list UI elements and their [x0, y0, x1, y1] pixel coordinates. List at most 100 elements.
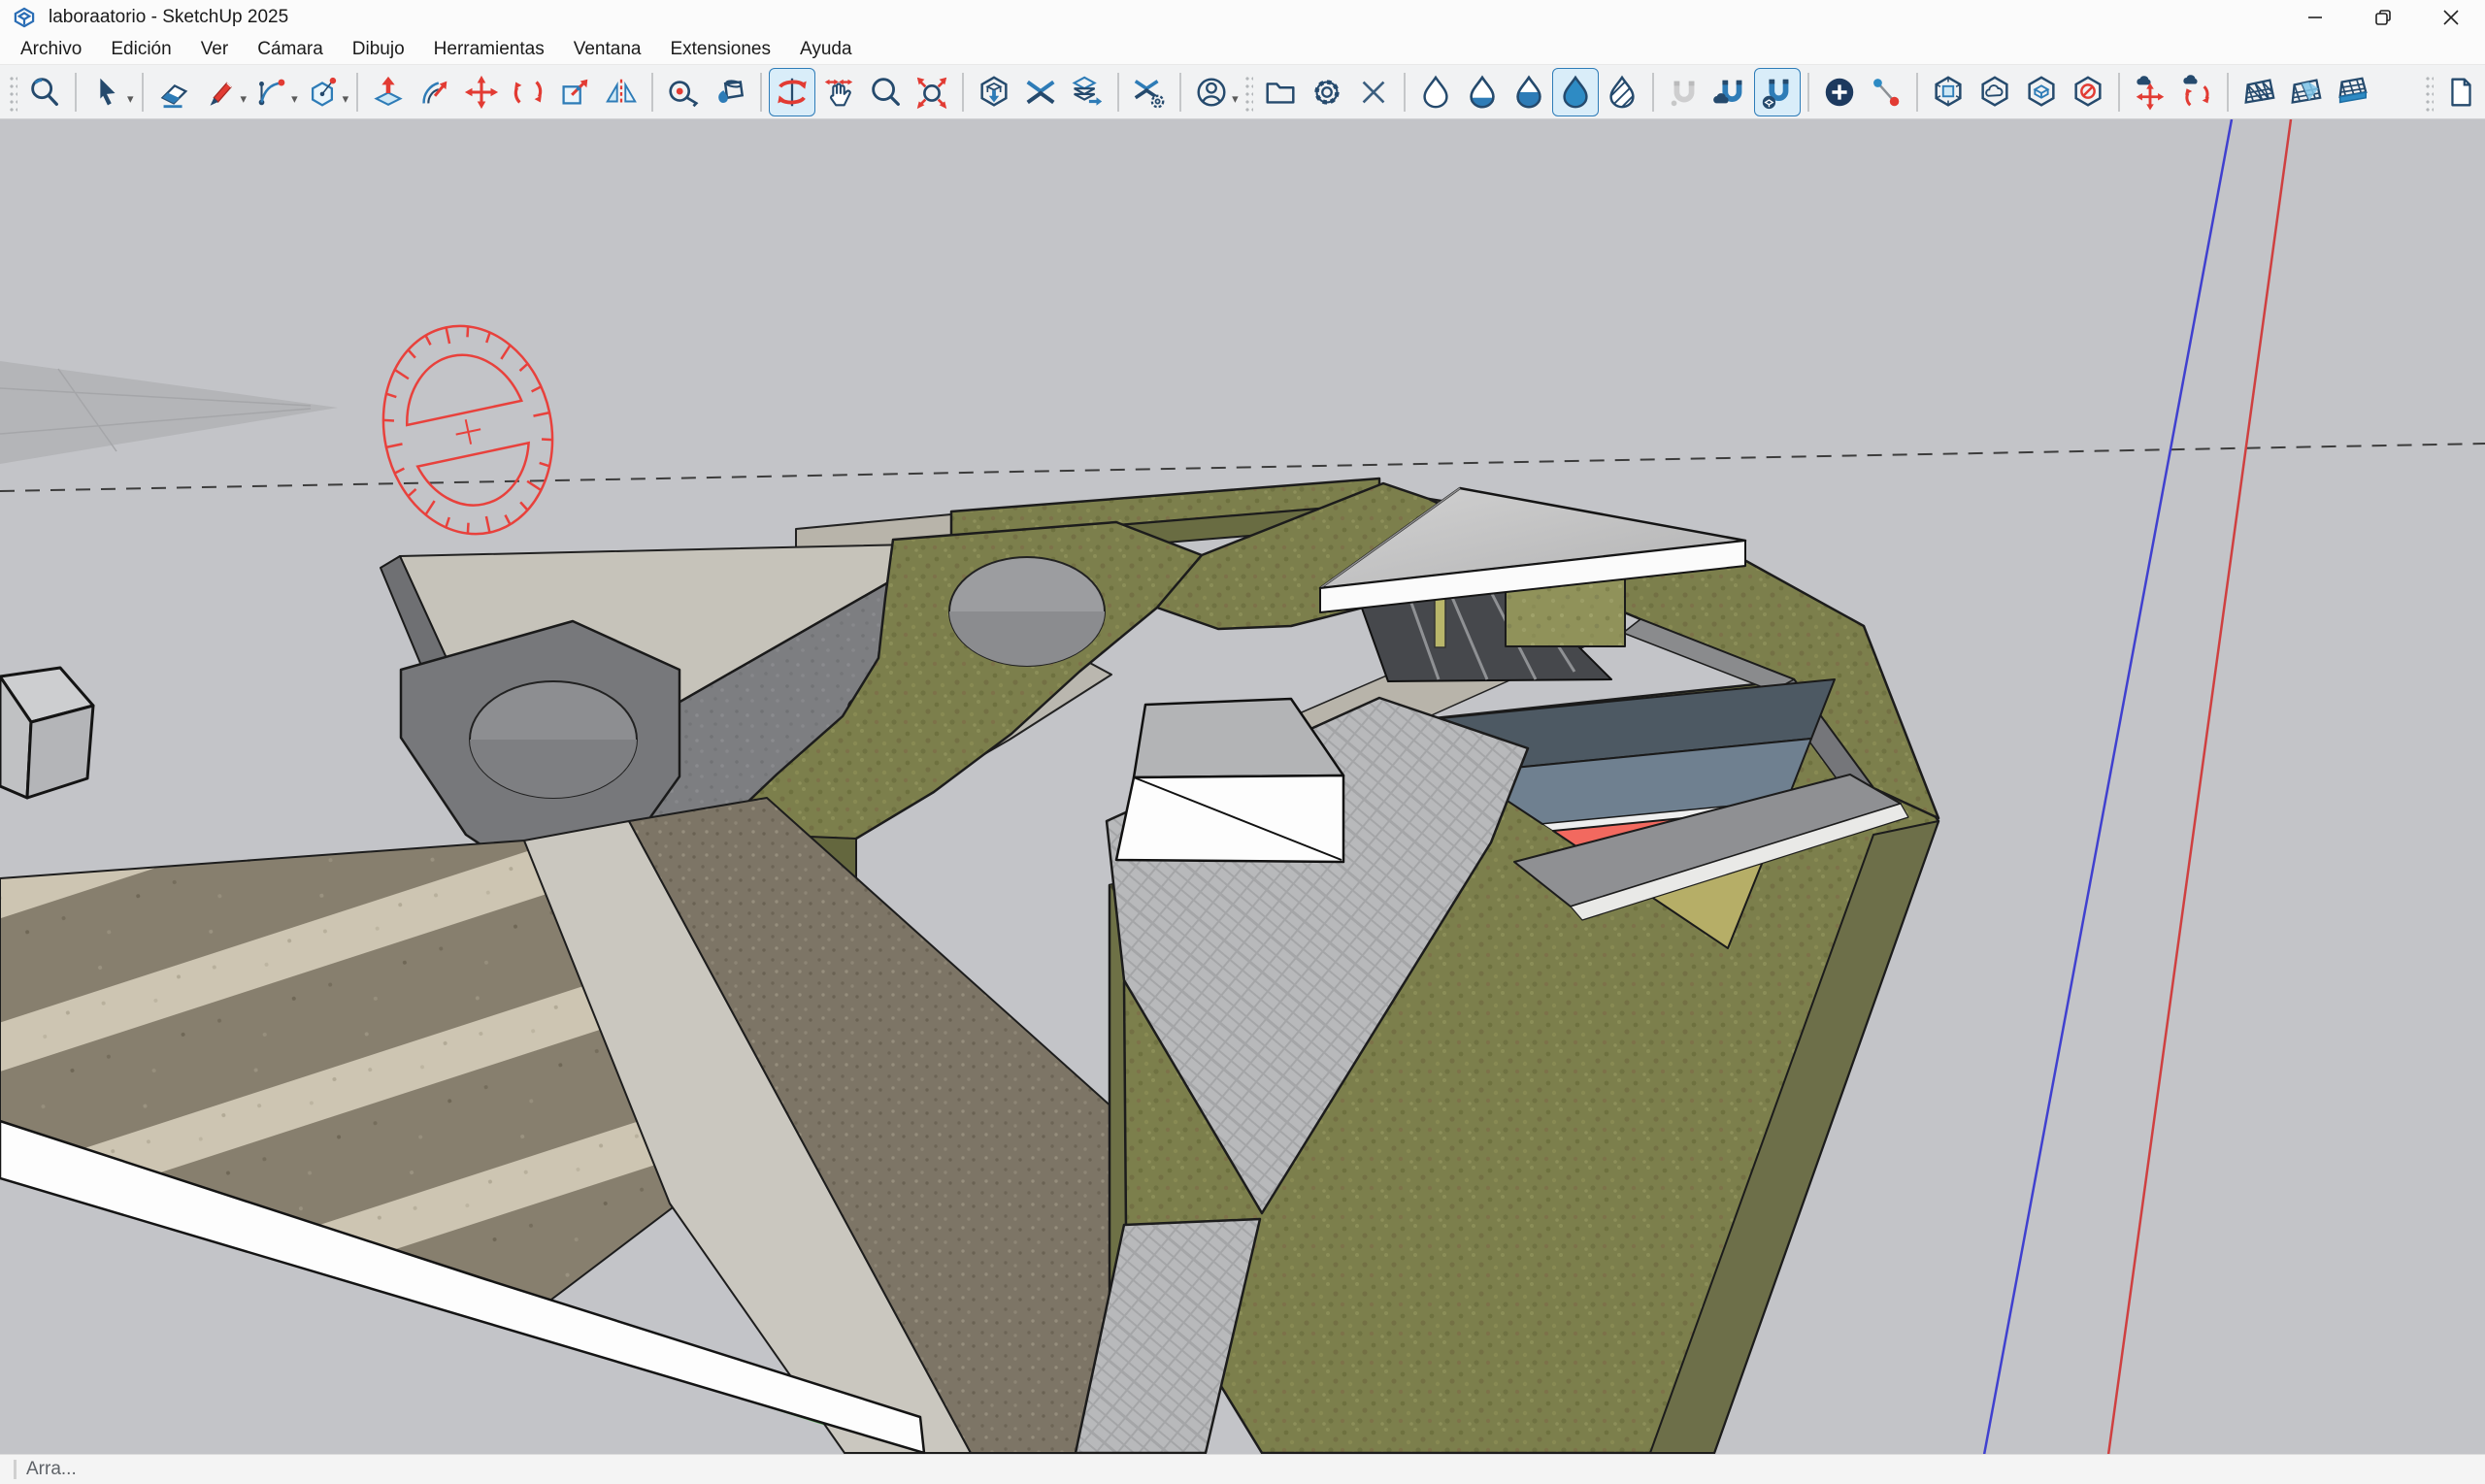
shapes-tool-button[interactable]	[299, 68, 346, 116]
extension-manager-icon	[1131, 74, 1168, 111]
toolbar-separator	[2118, 73, 2120, 112]
folder-button[interactable]	[1257, 68, 1304, 116]
gear-icon	[1309, 74, 1345, 111]
window-title: laboraatorio - SketchUp 2025	[49, 7, 288, 28]
toolbar-separator	[962, 73, 964, 112]
cloud-rotate-button[interactable]	[2173, 68, 2220, 116]
add-circle-icon	[1821, 74, 1858, 111]
mesh-solid-button[interactable]	[2329, 68, 2375, 116]
toolbar-grip[interactable]	[1243, 73, 1253, 112]
folder-icon	[1262, 74, 1299, 111]
shapes-dropdown-caret[interactable]: ▾	[343, 91, 349, 107]
hex-prohibited-button[interactable]	[2065, 68, 2111, 116]
arc-dropdown-caret[interactable]: ▾	[291, 91, 298, 107]
close-tool-button[interactable]	[1350, 68, 1397, 116]
rotate-icon	[510, 74, 547, 111]
magnet-disabled-button[interactable]	[1661, 68, 1707, 116]
close-icon	[2441, 8, 2461, 27]
zoom-tool-button[interactable]	[862, 68, 909, 116]
mesh-grid-partial-button[interactable]	[2282, 68, 2329, 116]
toolbar-separator	[1117, 73, 1119, 112]
toolbar-separator	[356, 73, 358, 112]
menu-herramientas[interactable]: Herramientas	[419, 35, 559, 64]
pan-hand-icon	[820, 74, 857, 111]
magnet-sketchup-button[interactable]	[1754, 68, 1801, 116]
hex-sketchup-button[interactable]	[2018, 68, 2065, 116]
document-icon	[2442, 74, 2479, 111]
select-tool-button[interactable]	[83, 68, 130, 116]
magnet-gray-icon	[1666, 74, 1703, 111]
restore-icon	[2373, 8, 2393, 27]
cloud-move-button[interactable]	[2127, 68, 2173, 116]
rotate-tool-button[interactable]	[505, 68, 551, 116]
close-button[interactable]	[2417, 0, 2485, 35]
menu-archivo[interactable]: Archivo	[6, 35, 96, 64]
settings-button[interactable]	[1304, 68, 1350, 116]
search-tool-button[interactable]	[21, 68, 68, 116]
model-viewport[interactable]	[0, 119, 2485, 1454]
3d-warehouse-button[interactable]	[971, 68, 1017, 116]
zoom-extents-tool-button[interactable]	[909, 68, 955, 116]
window-controls	[2281, 0, 2485, 35]
arc-tool-button[interactable]	[248, 68, 294, 116]
toolbar-separator	[1807, 73, 1809, 112]
restore-button[interactable]	[2349, 0, 2417, 35]
status-hint: Arra...	[26, 1459, 77, 1480]
magnet-cloud-button[interactable]	[1707, 68, 1754, 116]
hex-square-button[interactable]	[1925, 68, 1971, 116]
minimize-button[interactable]	[2281, 0, 2349, 35]
connect-sync-button[interactable]	[1017, 68, 1064, 116]
toolbar-grip[interactable]	[8, 73, 17, 112]
layers-share-button[interactable]	[1064, 68, 1110, 116]
opacity-drop-third-button[interactable]	[1459, 68, 1506, 116]
orbit-tool-button[interactable]	[769, 68, 815, 116]
flip-tool-button[interactable]	[598, 68, 645, 116]
eraser-icon	[155, 74, 192, 111]
extension-manager-button[interactable]	[1126, 68, 1173, 116]
search-icon	[26, 74, 63, 111]
opacity-drop-hatched-button[interactable]	[1599, 68, 1645, 116]
main-toolbar: ▾ ▾ ▾ ▾ ▾	[0, 65, 2485, 119]
menu-extensiones[interactable]: Extensiones	[655, 35, 785, 64]
menu-ayuda[interactable]: Ayuda	[785, 35, 867, 64]
tape-measure-tool-button[interactable]	[660, 68, 707, 116]
mesh-grid-button[interactable]	[2236, 68, 2282, 116]
drop-two-thirds-icon	[1510, 74, 1547, 111]
hex-prohibited-icon	[2070, 74, 2106, 111]
offset-tool-button[interactable]	[412, 68, 458, 116]
toolbar-separator	[1652, 73, 1654, 112]
menu-bar: Archivo Edición Ver Cámara Dibujo Herram…	[0, 35, 2485, 65]
eraser-tool-button[interactable]	[150, 68, 197, 116]
move-tool-button[interactable]	[458, 68, 505, 116]
menu-ventana[interactable]: Ventana	[559, 35, 656, 64]
line-dropdown-caret[interactable]: ▾	[241, 91, 248, 107]
paint-bucket-tool-button[interactable]	[707, 68, 753, 116]
drop-full-icon	[1557, 74, 1594, 111]
line-endpoints-button[interactable]	[1863, 68, 1909, 116]
new-document-button[interactable]	[2437, 68, 2484, 116]
menu-dibujo[interactable]: Dibujo	[338, 35, 419, 64]
line-tool-button[interactable]	[197, 68, 244, 116]
account-button[interactable]	[1188, 68, 1235, 116]
select-dropdown-caret[interactable]: ▾	[127, 91, 134, 107]
menu-camara[interactable]: Cámara	[243, 35, 338, 64]
account-dropdown-caret[interactable]: ▾	[1232, 91, 1239, 107]
arc-icon	[252, 74, 289, 111]
opacity-drop-two-thirds-button[interactable]	[1506, 68, 1552, 116]
close-x-icon	[1355, 74, 1392, 111]
menu-edicion[interactable]: Edición	[96, 35, 185, 64]
scale-tool-button[interactable]	[551, 68, 598, 116]
title-bar: laboraatorio - SketchUp 2025	[0, 0, 2485, 35]
pan-tool-button[interactable]	[815, 68, 862, 116]
push-pull-tool-button[interactable]	[365, 68, 412, 116]
toolbar-grip[interactable]	[2424, 73, 2434, 112]
opacity-drop-empty-button[interactable]	[1412, 68, 1459, 116]
drop-third-icon	[1464, 74, 1501, 111]
add-circle-button[interactable]	[1816, 68, 1863, 116]
mesh-grid-partial-icon	[2287, 74, 2324, 111]
minimize-icon	[2305, 8, 2325, 27]
menu-ver[interactable]: Ver	[186, 35, 244, 64]
drop-empty-icon	[1417, 74, 1454, 111]
opacity-drop-full-button[interactable]	[1552, 68, 1599, 116]
hex-cloud-button[interactable]	[1971, 68, 2018, 116]
